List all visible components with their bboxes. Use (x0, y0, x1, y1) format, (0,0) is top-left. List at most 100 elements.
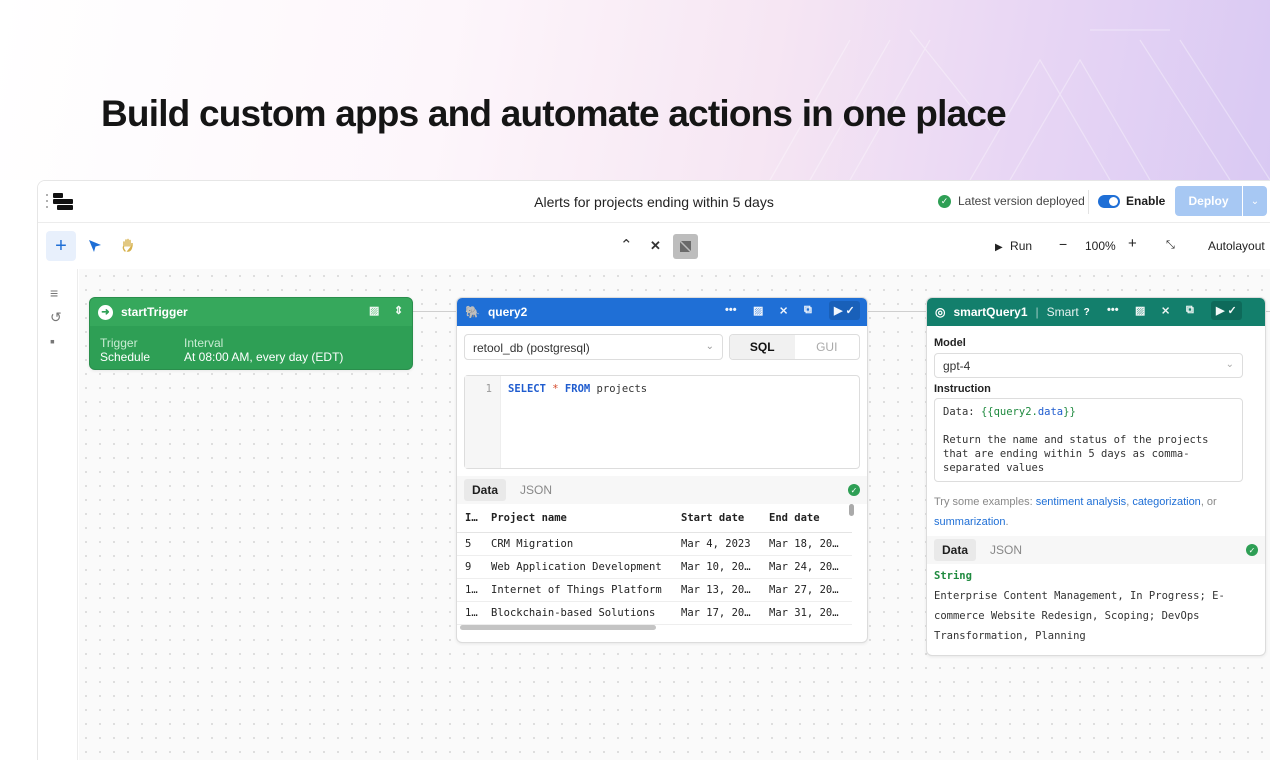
edge-trigger-query (413, 311, 456, 312)
divider: | (1035, 305, 1039, 319)
resource-value: retool_db (postgresql) (473, 341, 590, 355)
instruction-editor[interactable]: Data: {{query2.data}} Return the name an… (934, 398, 1243, 482)
run-button[interactable]: ▶ Run (995, 239, 1032, 253)
more-icon[interactable]: ••• (725, 304, 737, 316)
divider (1088, 190, 1089, 214)
hero-banner: Build custom apps and automate actions i… (0, 0, 1270, 180)
add-block-button[interactable]: + (46, 231, 76, 261)
smart-query-header: ◎ smartQuery1 | Smart ? ••• ▨ ⨯ ⧉ ▶ ✓ (927, 298, 1265, 326)
horizontal-scrollbar[interactable] (460, 625, 656, 630)
expand-icon[interactable]: ⇕ (394, 304, 403, 317)
history-icon[interactable]: ↺ (50, 309, 62, 326)
copy-icon[interactable]: ⧉ (1186, 304, 1194, 317)
query-mode-toggle: SQL GUI (729, 334, 860, 360)
more-icon[interactable]: ••• (1107, 304, 1119, 316)
enable-toggle[interactable] (1098, 195, 1120, 208)
chevron-down-icon[interactable]: ⌄ (1243, 186, 1267, 216)
list-icon[interactable]: ≡ (50, 285, 58, 301)
output-type: String (934, 570, 972, 582)
example-link-categorization[interactable]: categorization (1132, 496, 1201, 508)
table-row[interactable]: 5 CRM Migration Mar 4, 2023 Mar 18, 20… (457, 532, 852, 556)
trigger-block[interactable]: ➜ startTrigger ▨ ⇕ Trigger Schedule Inte… (89, 297, 413, 370)
tab-json[interactable]: JSON (984, 539, 1028, 561)
mode-gui-button[interactable]: GUI (795, 335, 860, 359)
note-icon[interactable]: ▨ (753, 304, 763, 317)
smart-badge: Smart (1046, 305, 1079, 319)
vertical-scrollbar[interactable] (849, 504, 854, 516)
copy-icon[interactable]: ⧉ (804, 304, 812, 317)
chevron-down-icon: ⌄ (705, 341, 714, 352)
output-tabs: Data JSON ✓ (927, 536, 1265, 564)
hand-icon[interactable] (120, 237, 136, 253)
zoom-in-button[interactable]: + (1128, 235, 1137, 252)
table-cell: Blockchain-based Solutions (483, 601, 673, 625)
workflow-editor: Alerts for projects ending within 5 days… (37, 180, 1270, 760)
trigger-name[interactable]: startTrigger (121, 305, 188, 319)
table-cell: Mar 18, 20… (761, 532, 852, 556)
collapse-icon[interactable]: ✕ (650, 236, 661, 256)
tab-data[interactable]: Data (464, 479, 507, 501)
tab-json[interactable]: JSON (514, 479, 558, 501)
sql-editor[interactable]: 1 SELECT * FROM projects (464, 375, 860, 469)
tab-data[interactable]: Data (934, 539, 977, 561)
autolayout-button[interactable]: Autolayout (1208, 239, 1265, 253)
table-cell: Mar 10, 20… (673, 555, 761, 579)
run-query-button[interactable]: ▶ ✓ (829, 301, 860, 320)
note-icon[interactable]: ▨ (369, 304, 379, 317)
pointer-icon[interactable] (87, 238, 103, 254)
trigger-header: ➜ startTrigger ▨ ⇕ (90, 298, 412, 326)
column-header[interactable]: Project name (483, 505, 673, 533)
instruction-text: Data: (943, 406, 981, 418)
collapse-icon[interactable]: ⨯ (779, 304, 788, 317)
table-cell: 1… (457, 601, 483, 625)
column-header[interactable]: Start date (673, 505, 761, 533)
expand-vertical-icon[interactable]: ⌃ (620, 236, 633, 256)
collapse-icon[interactable]: ⨯ (1161, 304, 1170, 317)
table-row[interactable]: 9 Web Application Development Mar 10, 20… (457, 555, 852, 579)
hero-pattern (769, 29, 1270, 180)
smart-query-block[interactable]: ◎ smartQuery1 | Smart ? ••• ▨ ⨯ ⧉ ▶ ✓ Mo… (926, 297, 1266, 656)
column-header[interactable]: End date (761, 505, 852, 533)
zoom-level: 100% (1085, 239, 1116, 253)
minimap-toggle-button[interactable] (673, 234, 698, 259)
model-label: Model (934, 337, 966, 349)
table-cell: Mar 24, 20… (761, 555, 852, 579)
smart-query-name[interactable]: smartQuery1 (953, 305, 1027, 319)
trigger-type-value: Schedule (100, 350, 151, 364)
fit-view-icon[interactable]: ⤡ (1166, 239, 1175, 252)
query-name[interactable]: query2 (488, 305, 527, 319)
zoom-out-button[interactable]: − (1059, 236, 1067, 252)
postgres-icon: 🐘 (465, 305, 480, 319)
top-bar: Alerts for projects ending within 5 days… (38, 181, 1270, 223)
table-cell: 5 (457, 532, 483, 556)
briefcase-icon[interactable]: ▪ (50, 333, 55, 349)
sql-table: projects (596, 383, 648, 395)
column-header[interactable]: I… (457, 505, 483, 533)
table-row[interactable]: 1… Internet of Things Platform Mar 13, 2… (457, 578, 852, 602)
table-cell: Mar 17, 20… (673, 601, 761, 625)
brain-icon: ◎ (935, 305, 946, 319)
check-circle-icon: ✓ (938, 194, 951, 208)
model-value: gpt-4 (943, 359, 971, 373)
help-icon[interactable]: ? (1084, 307, 1090, 318)
edge-smart-out (1266, 311, 1270, 312)
sql-operator: * (552, 383, 559, 395)
table-cell: 1… (457, 578, 483, 602)
query-block[interactable]: 🐘 query2 ••• ▨ ⨯ ⧉ ▶ ✓ retool_db (postgr… (456, 297, 868, 643)
resource-select[interactable]: retool_db (postgresql) ⌄ (464, 334, 723, 360)
deploy-status: ✓ Latest version deployed (938, 194, 1085, 208)
canvas-toolbar: + ⌃ ✕ ▶ Run − 100% + ⤡ Autolayout (38, 224, 1270, 268)
model-select[interactable]: gpt-4 ⌄ (934, 353, 1243, 378)
note-icon[interactable]: ▨ (1135, 304, 1145, 317)
example-link-summarization[interactable]: summarization (934, 516, 1006, 528)
run-query-button[interactable]: ▶ ✓ (1211, 301, 1242, 320)
workflow-title[interactable]: Alerts for projects ending within 5 days (38, 194, 1270, 210)
example-link-sentiment[interactable]: sentiment analysis (1036, 496, 1127, 508)
mode-sql-button[interactable]: SQL (730, 335, 795, 359)
deploy-status-text: Latest version deployed (958, 194, 1085, 208)
minimap-icon (678, 239, 693, 254)
enable-label: Enable (1126, 194, 1166, 208)
table-row[interactable]: 1… Blockchain-based Solutions Mar 17, 20… (457, 601, 852, 625)
deploy-button[interactable]: Deploy (1175, 186, 1242, 216)
success-icon: ✓ (848, 484, 860, 496)
